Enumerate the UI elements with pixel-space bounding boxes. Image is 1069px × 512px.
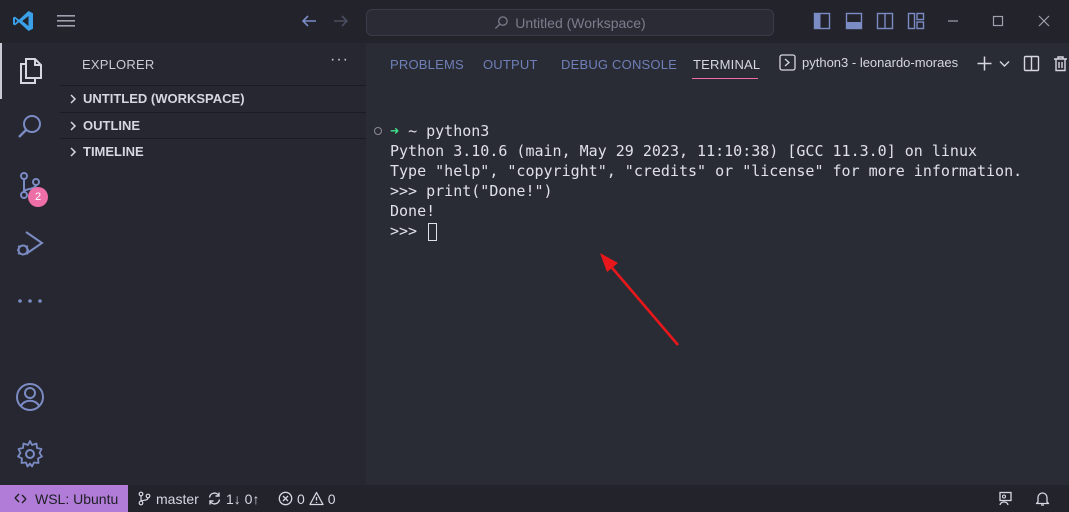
terminal-line: Done! xyxy=(390,202,436,220)
toggle-primary-sidebar-icon[interactable] xyxy=(813,12,831,30)
chevron-right-icon xyxy=(70,93,77,104)
remote-indicator[interactable]: WSL: Ubuntu xyxy=(0,485,128,512)
explorer-sidebar: EXPLORER ··· UNTITLED (WORKSPACE) OUTLIN… xyxy=(60,43,366,485)
activity-search[interactable] xyxy=(0,99,60,155)
activity-more[interactable] xyxy=(0,273,60,329)
title-bar: Untitled (Workspace) xyxy=(0,0,1069,43)
prompt-arrow: ➜ xyxy=(390,122,400,140)
terminal-line: Python 3.10.6 (main, May 29 2023, 11:10:… xyxy=(390,142,977,160)
run-debug-icon xyxy=(17,231,44,256)
trash-icon[interactable] xyxy=(1052,55,1069,72)
sidebar-more-actions[interactable]: ··· xyxy=(330,51,349,69)
chevron-right-icon xyxy=(70,120,77,131)
terminal-name: python3 - leonardo-moraes xyxy=(802,55,959,70)
prompt-command: python3 xyxy=(426,122,490,140)
tab-debug-console[interactable]: DEBUG CONSOLE xyxy=(561,57,677,72)
chevron-right-icon xyxy=(70,146,77,157)
tab-terminal[interactable]: TERMINAL xyxy=(693,57,760,72)
sync-icon xyxy=(208,492,221,505)
git-branch-icon xyxy=(138,491,151,506)
tab-output[interactable]: OUTPUT xyxy=(483,57,538,72)
bell-icon xyxy=(1035,492,1050,506)
vscode-logo-icon[interactable] xyxy=(11,9,35,33)
repl-prompt: >>> xyxy=(390,222,427,240)
error-icon xyxy=(278,491,293,506)
sync-status[interactable]: 1↓ 0↑ xyxy=(207,489,259,508)
warning-icon xyxy=(309,491,324,506)
gear-icon xyxy=(17,440,43,468)
error-count: 0 xyxy=(297,490,305,507)
terminal-selector[interactable]: python3 - leonardo-moraes xyxy=(779,54,958,71)
problems-status[interactable]: 0 0 xyxy=(278,489,336,508)
toggle-panel-icon[interactable] xyxy=(845,12,863,30)
search-icon xyxy=(18,115,41,138)
section-label: UNTITLED (WORKSPACE) xyxy=(83,91,245,106)
terminal-cursor xyxy=(428,222,438,241)
status-bar: WSL: Ubuntu master 1↓ 0↑ 0 0 xyxy=(0,485,1069,512)
maximize-icon[interactable] xyxy=(990,13,1006,29)
add-terminal-icon[interactable] xyxy=(976,55,993,72)
terminal-input-line: >>> xyxy=(390,221,438,241)
section-label: TIMELINE xyxy=(83,144,144,159)
panel-tabs: PROBLEMS OUTPUT DEBUG CONSOLE TERMINAL p… xyxy=(366,43,1069,85)
panel: PROBLEMS OUTPUT DEBUG CONSOLE TERMINAL p… xyxy=(366,43,1069,485)
live-share-status[interactable] xyxy=(998,489,1013,508)
files-icon xyxy=(20,58,42,84)
activity-explorer[interactable] xyxy=(0,43,60,99)
prompt-dir: ~ xyxy=(408,122,418,140)
activity-settings[interactable] xyxy=(0,426,60,482)
terminal-prompt-line: ➜ ~ python3 xyxy=(390,121,489,141)
activity-bar: 2 xyxy=(0,43,60,485)
remote-icon xyxy=(14,493,27,504)
remote-label: WSL: Ubuntu xyxy=(35,490,119,507)
more-icon xyxy=(18,299,42,303)
warning-count: 0 xyxy=(327,490,336,507)
section-untitled-workspace[interactable]: UNTITLED (WORKSPACE) xyxy=(60,85,366,111)
section-timeline[interactable]: TIMELINE xyxy=(60,138,366,164)
close-icon[interactable] xyxy=(1036,13,1052,29)
arrow-right-icon[interactable] xyxy=(332,12,350,30)
command-decoration-icon xyxy=(374,127,382,135)
menu-icon[interactable] xyxy=(56,12,76,30)
split-terminal-icon[interactable] xyxy=(1023,55,1040,72)
section-outline[interactable]: OUTLINE xyxy=(60,112,366,138)
customize-layout-icon[interactable] xyxy=(907,12,925,30)
active-tab-indicator xyxy=(692,78,758,79)
annotation-arrow-icon xyxy=(600,253,679,346)
tab-problems[interactable]: PROBLEMS xyxy=(390,57,464,72)
minimize-icon[interactable] xyxy=(945,13,961,29)
branch-label: master xyxy=(156,490,199,507)
terminal-icon xyxy=(779,54,796,71)
section-label: OUTLINE xyxy=(83,118,141,133)
terminal-line: >>> print("Done!") xyxy=(390,182,553,200)
source-control-badge: 2 xyxy=(28,187,48,207)
chevron-down-icon[interactable] xyxy=(996,55,1013,72)
command-center-search[interactable]: Untitled (Workspace) xyxy=(366,9,774,36)
terminal-line: Type "help", "copyright", "credits" or "… xyxy=(390,162,1023,180)
activity-accounts[interactable] xyxy=(0,369,60,425)
account-icon xyxy=(16,383,44,411)
search-text: Untitled (Workspace) xyxy=(515,14,646,31)
sidebar-title: EXPLORER xyxy=(82,57,155,72)
toggle-secondary-sidebar-icon[interactable] xyxy=(876,12,894,30)
arrow-left-icon[interactable] xyxy=(300,12,318,30)
feedback-icon xyxy=(999,491,1012,506)
notifications-status[interactable] xyxy=(1035,489,1050,508)
activity-run-debug[interactable] xyxy=(0,215,60,271)
search-icon xyxy=(495,16,509,30)
branch-status[interactable]: master xyxy=(137,489,199,508)
sync-label: 1↓ 0↑ xyxy=(226,490,260,507)
activity-source-control[interactable]: 2 xyxy=(0,157,60,213)
